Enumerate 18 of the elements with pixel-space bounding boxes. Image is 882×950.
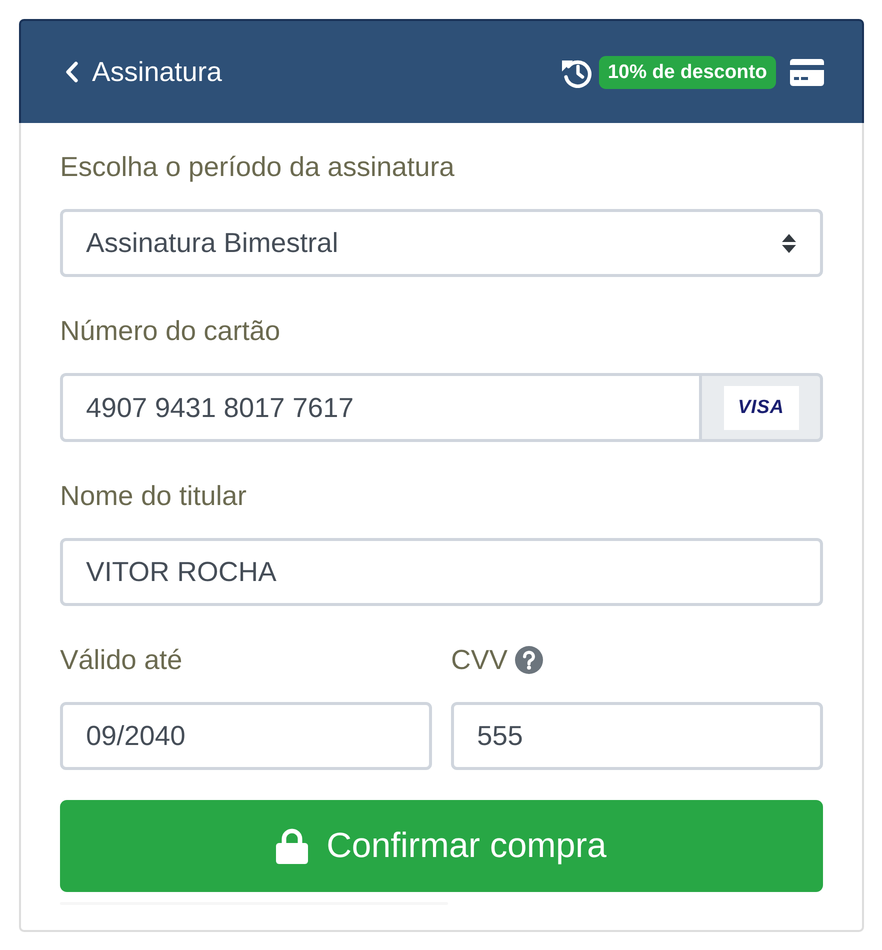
chevron-left-icon [65, 61, 79, 83]
back-link[interactable]: Assinatura [65, 56, 222, 88]
credit-card-icon[interactable] [790, 58, 824, 86]
field-label: Escolha o período da assinatura [60, 151, 454, 183]
field-label: CVV [451, 644, 508, 676]
input-field[interactable]: 555 [451, 702, 823, 770]
input-field[interactable]: VITOR ROCHA [60, 538, 823, 606]
field-label: Número do cartão [60, 315, 280, 347]
lock-icon [276, 828, 308, 864]
sort-caret-icon [782, 234, 796, 252]
select-field[interactable]: Assinatura Bimestral [60, 209, 823, 277]
field-label: Nome do titular [60, 480, 246, 512]
input-field[interactable]: 09/2040 [60, 702, 432, 770]
card-number-field[interactable]: 4907 9431 8017 7617 [60, 373, 699, 442]
field-label: Válido até [60, 644, 182, 676]
card-brand-logo: VISA [724, 386, 798, 430]
discount-badge: 10% de desconto [598, 56, 776, 88]
help-icon[interactable] [514, 646, 543, 674]
